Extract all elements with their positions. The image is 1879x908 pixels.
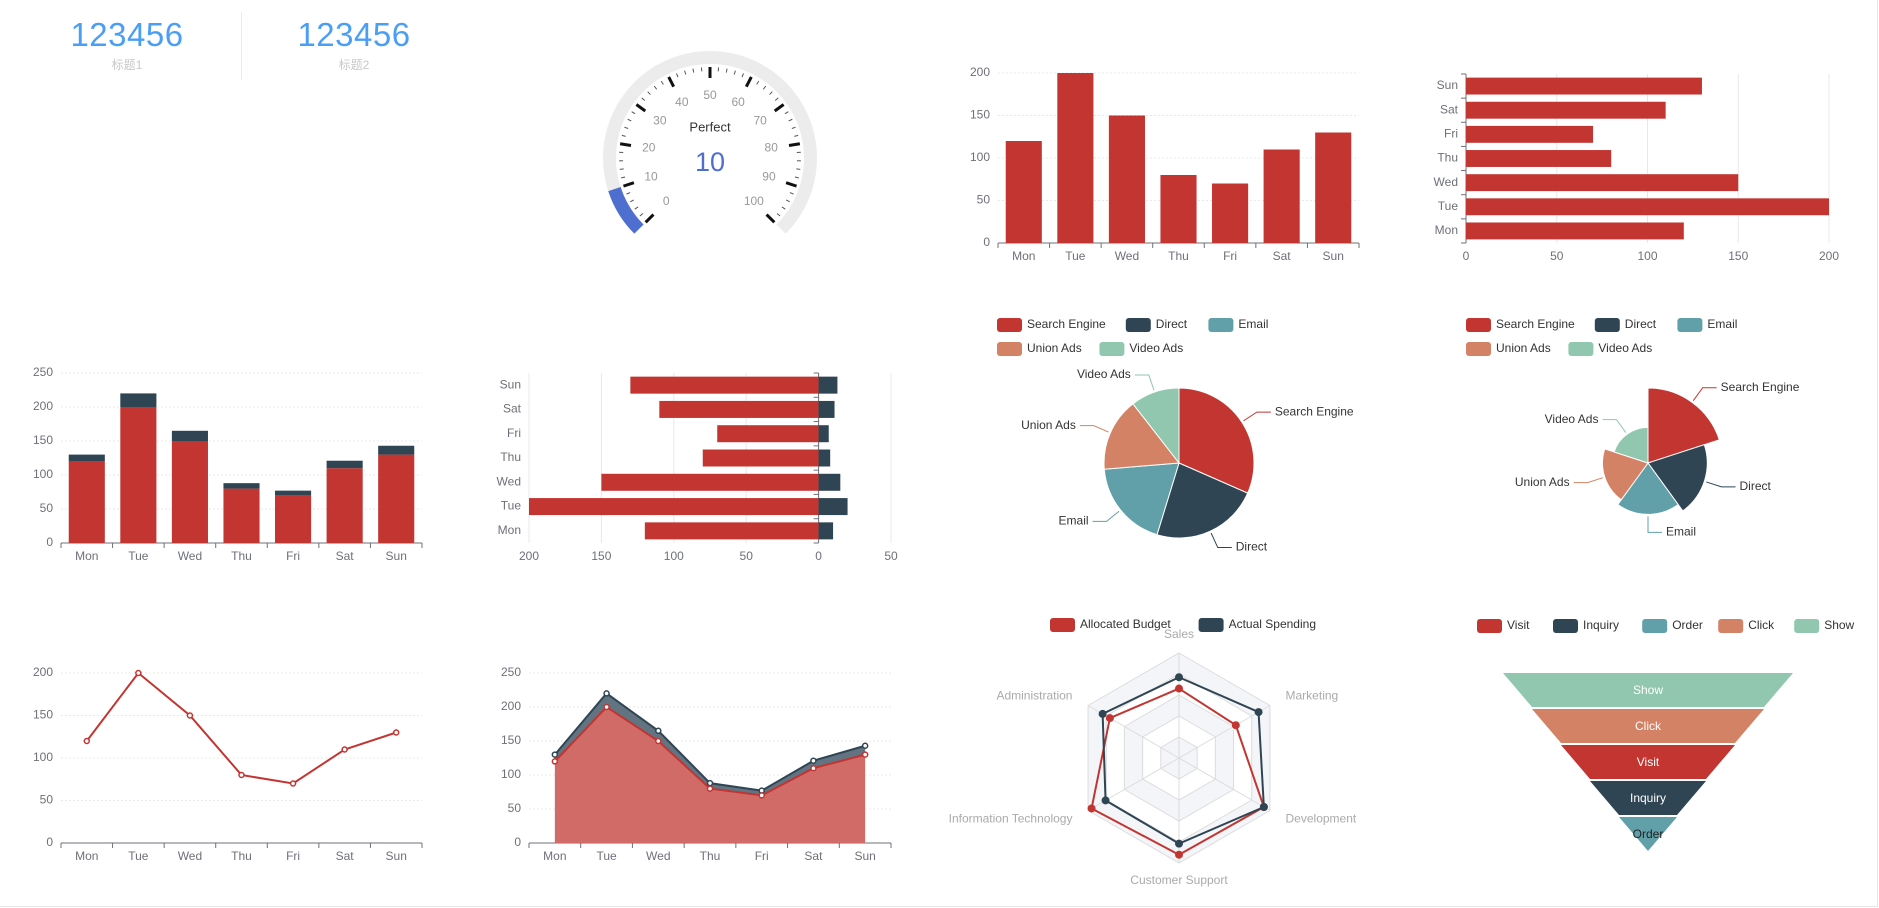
funnel-legend-swatch: [1642, 619, 1668, 633]
funnel-legend-swatch: [1718, 619, 1744, 633]
funnel-legend-label: Show: [1824, 618, 1854, 632]
funnel-segment-label: Show: [1633, 683, 1663, 697]
funnel-segment-label: Inquiry: [1630, 791, 1666, 805]
funnel-legend-label: Inquiry: [1583, 618, 1619, 632]
funnel-legend-label: Order: [1672, 618, 1703, 632]
funnel-legend-swatch: [1794, 619, 1820, 633]
funnel-legend-label: Click: [1748, 618, 1775, 632]
funnel-segment-label: Visit: [1637, 755, 1660, 769]
funnel-legend-label: Visit: [1507, 618, 1530, 632]
funnel-segment-label: Click: [1635, 719, 1662, 733]
funnel-legend-swatch: [1477, 619, 1502, 633]
funnel-chart: Visit Inquiry Order Click Show Show Click Visit…: [1477, 618, 1855, 851]
funnel-legend-swatch: [1553, 619, 1578, 633]
funnel-segment-label: Order: [1633, 827, 1664, 841]
